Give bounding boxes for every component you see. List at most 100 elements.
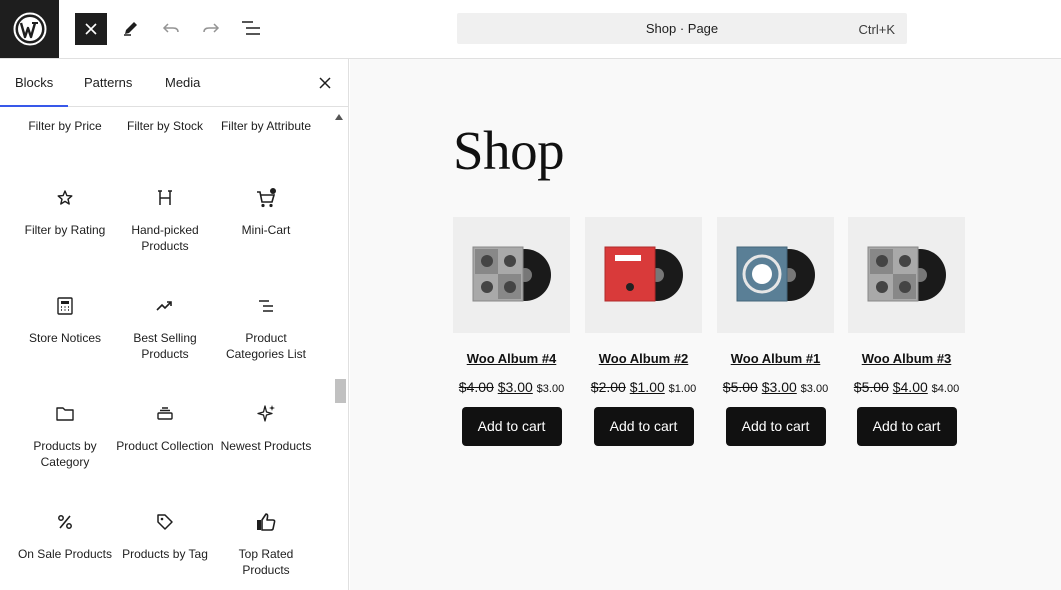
regular-price: $5.00 [722,379,758,395]
block-label: Store Notices [28,331,102,345]
calculator-icon [57,297,73,315]
vinyl-album-image [867,246,946,302]
block-filter-by-stock[interactable]: Filter by Stock [115,118,215,134]
product-image[interactable] [717,217,834,333]
inserter-scrollbar[interactable] [333,108,347,590]
price-suffix: $1.00 [668,383,697,395]
tab-blocks[interactable]: Blocks [0,59,69,107]
block-product-categories-list[interactable]: Product Categories List [216,294,316,362]
price-suffix: $3.00 [536,383,565,395]
add-to-cart-button[interactable]: Add to cart [593,407,694,446]
price-suffix: $3.00 [800,383,829,395]
price-suffix: $4.00 [931,383,960,395]
trending-up-icon [156,301,172,311]
command-palette-bar[interactable]: Shop · Page Ctrl+K [457,13,907,44]
block-on-sale-products[interactable]: On Sale Products [15,510,115,562]
list-icon [259,300,273,312]
block-label: Products by Tag [122,547,208,561]
regular-price: $2.00 [590,379,626,395]
thumbs-up-icon [257,513,276,531]
product-card[interactable]: Woo Album #3 $5.00 $4.00 $4.00 Add to ca… [848,217,965,446]
block-hand-picked-products[interactable]: Hand-picked Products [115,186,215,254]
regular-price: $4.00 [458,379,494,395]
sale-price: $4.00 [892,379,928,395]
close-inserter-panel-button[interactable] [313,71,337,95]
regular-price: $5.00 [853,379,889,395]
block-filter-by-price[interactable]: Filter by Price [15,118,115,134]
document-title: Shop · Page [645,21,719,36]
block-products-by-tag[interactable]: Products by Tag [115,510,215,562]
block-newest-products[interactable]: Newest Products [216,402,316,454]
page-title[interactable]: Shop [453,119,565,182]
add-to-cart-button[interactable]: Add to cart [461,407,562,446]
close-icon [85,23,97,35]
scrollbar-thumb[interactable] [335,379,346,403]
keyboard-shortcut: Ctrl+K [858,22,895,37]
block-best-selling-products[interactable]: Best Selling Products [115,294,215,362]
sale-price: $1.00 [629,379,665,395]
block-label: Filter by Attribute [220,119,312,133]
pencil-icon [124,22,137,36]
product-price: $2.00 $1.00 $1.00 [585,379,702,395]
star-icon [57,190,73,205]
block-label: Hand-picked Products [131,223,199,253]
tag-icon [157,514,173,530]
block-label: Top Rated Products [238,547,294,577]
list-view-button[interactable] [235,12,267,44]
close-inserter-button[interactable] [75,13,107,45]
tab-patterns[interactable]: Patterns [84,59,132,107]
percent-icon [58,515,72,529]
block-label: Products by Category [33,439,97,469]
product-image[interactable] [585,217,702,333]
hand-picked-icon [158,190,172,205]
tools-button[interactable] [115,12,147,44]
cart-icon [257,188,276,208]
wordpress-logo-icon[interactable] [0,0,59,58]
product-card[interactable]: Woo Album #4 $4.00 $3.00 $3.00 Add to ca… [453,217,570,446]
sparkles-icon [257,405,275,422]
product-title-link[interactable]: Woo Album #4 [453,351,570,366]
sale-price: $3.00 [761,379,797,395]
product-title-link[interactable]: Woo Album #1 [717,351,834,366]
product-title-link[interactable]: Woo Album #3 [848,351,965,366]
block-top-rated-products[interactable]: Top Rated Products [216,510,316,578]
block-filter-by-rating[interactable]: Filter by Rating [15,186,115,238]
block-label: Mini-Cart [241,223,291,237]
vinyl-album-image [472,246,551,302]
top-toolbar: Shop · Page Ctrl+K [0,0,1061,59]
redo-icon [203,23,220,33]
add-to-cart-button[interactable]: Add to cart [856,407,957,446]
block-filter-by-attribute[interactable]: Filter by Attribute [216,118,316,134]
close-icon [319,77,331,89]
block-label: Filter by Rating [24,223,106,237]
vinyl-album-image [604,246,683,302]
product-image[interactable] [848,217,965,333]
product-card[interactable]: Woo Album #2 $2.00 $1.00 $1.00 Add to ca… [585,217,702,446]
inserter-tabs: Blocks Patterns Media [0,59,348,107]
product-card[interactable]: Woo Album #1 $5.00 $3.00 $3.00 Add to ca… [717,217,834,446]
folder-icon [56,407,74,421]
product-price: $4.00 $3.00 $3.00 [453,379,570,395]
product-price: $5.00 $3.00 $3.00 [717,379,834,395]
redo-button[interactable] [195,12,227,44]
sale-price: $3.00 [497,379,533,395]
list-view-icon [242,21,260,35]
product-title-link[interactable]: Woo Album #2 [585,351,702,366]
vinyl-album-image [736,246,815,302]
block-product-collection[interactable]: Product Collection [115,402,215,454]
tab-media[interactable]: Media [165,59,200,107]
add-to-cart-button[interactable]: Add to cart [725,407,826,446]
undo-button[interactable] [155,12,187,44]
block-mini-cart[interactable]: Mini-Cart [216,186,316,238]
editor-canvas: Shop Woo Album #4 $4.00 $3.00 $3.00 Add … [350,59,1061,590]
block-label: Product Categories List [225,331,307,361]
stack-icon [157,407,173,420]
scroll-up-arrow-icon[interactable] [335,114,343,120]
block-store-notices[interactable]: Store Notices [15,294,115,346]
block-products-by-category[interactable]: Products by Category [15,402,115,470]
product-image[interactable] [453,217,570,333]
block-label: Filter by Price [28,119,102,133]
block-label: Filter by Stock [126,119,204,133]
undo-icon [162,23,179,33]
block-label: Product Collection [116,439,214,453]
